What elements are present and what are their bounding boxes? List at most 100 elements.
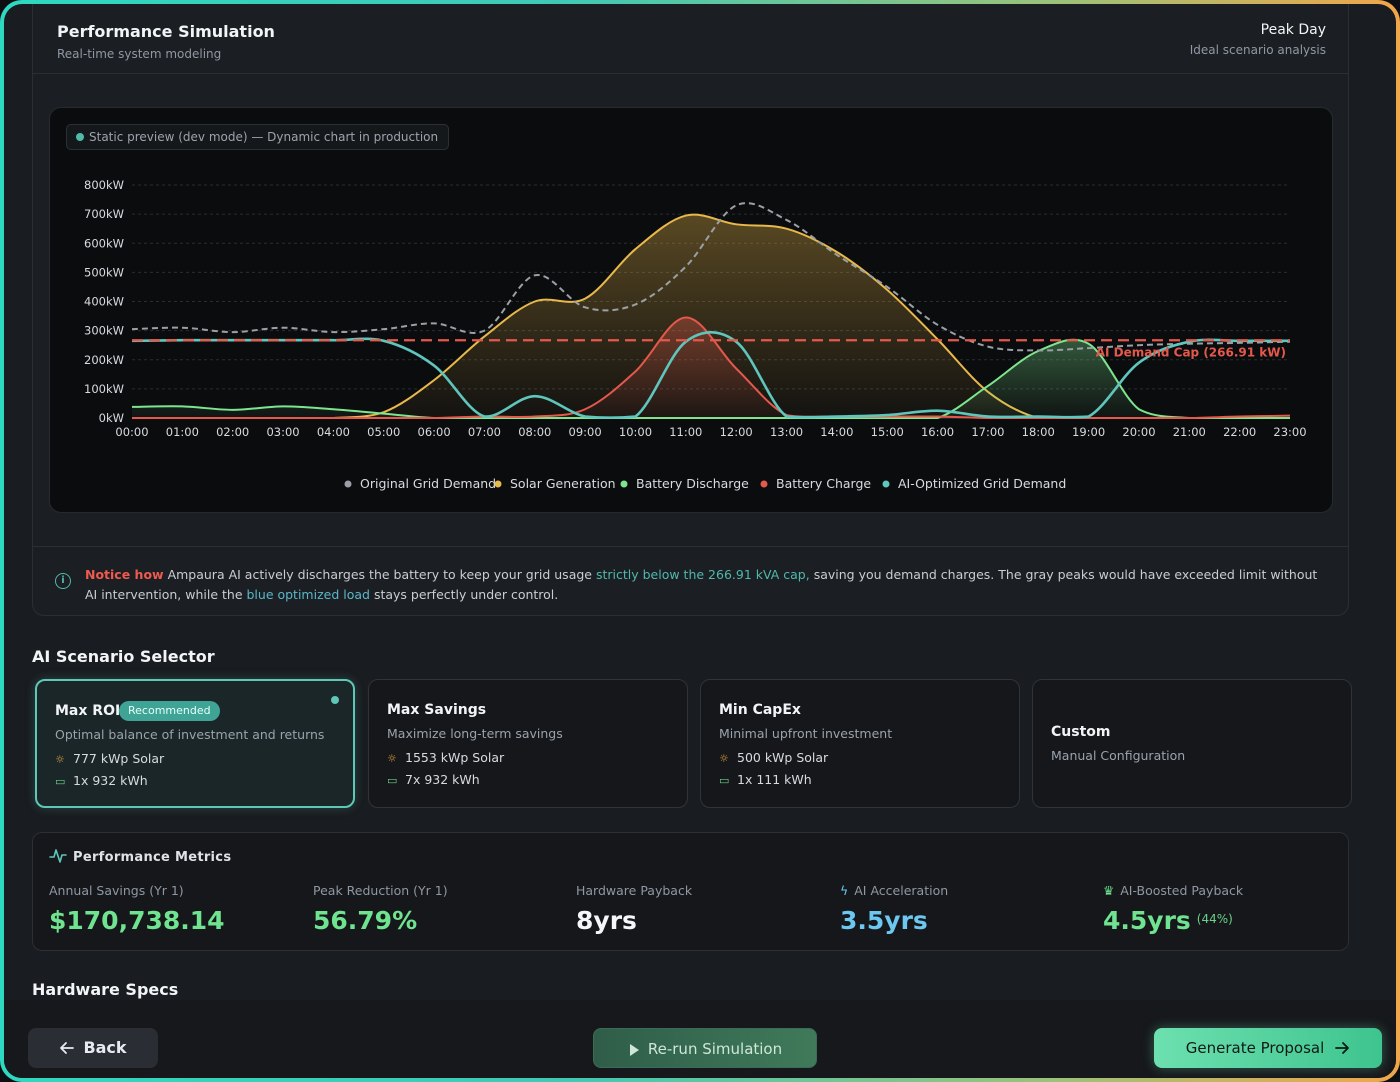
x-tick-label: 07:00 <box>468 425 501 439</box>
notice-part-1: Ampaura AI actively discharges the batte… <box>163 567 596 582</box>
battery-icon: ▭ <box>719 774 730 787</box>
x-tick-label: 00:00 <box>115 425 148 439</box>
scenario-solar: ☼ 777 kWp Solar <box>55 751 164 766</box>
y-tick-label: 400kW <box>84 295 124 309</box>
scroll-area[interactable]: Performance Simulation Real-time system … <box>4 4 1396 1000</box>
metric-ai-acceleration: ϟ AI Acceleration 3.5yrs <box>840 883 948 935</box>
legend-swatch <box>344 480 352 488</box>
metric-label: Hardware Payback <box>576 883 693 898</box>
hardware-section-title: Hardware Specs <box>32 980 179 999</box>
metric-value-row: 4.5yrs (44%) <box>1103 906 1243 935</box>
scenario-solar-label: 1553 kWp Solar <box>405 750 505 765</box>
info-icon: i <box>55 573 71 589</box>
scenario-day-subtitle: Ideal scenario analysis <box>1189 43 1326 57</box>
scenario-battery: ▭ 7x 932 kWh <box>387 772 480 787</box>
legend-label: Battery Discharge <box>636 476 749 491</box>
x-tick-label: 17:00 <box>971 425 1004 439</box>
metric-label-row: ♛ AI-Boosted Payback <box>1103 883 1243 898</box>
metric-annual-savings: Annual Savings (Yr 1) $170,738.14 <box>49 883 225 935</box>
play-icon <box>629 1044 639 1056</box>
simulation-header: Performance Simulation Real-time system … <box>33 4 1348 74</box>
legend-label: AI-Optimized Grid Demand <box>898 476 1066 491</box>
scenario-card-min-capex[interactable]: Min CapEx Minimal upfront investment ☼ 50… <box>700 679 1020 808</box>
scenario-description: Minimal upfront investment <box>719 726 893 741</box>
y-tick-label: 600kW <box>84 236 124 250</box>
y-tick-label: 200kW <box>84 353 124 367</box>
x-tick-label: 04:00 <box>317 425 350 439</box>
footer-bar: Back Re-run Simulation Generate Proposal <box>4 1000 1396 1078</box>
selected-indicator <box>331 696 339 704</box>
scenario-description: Maximize long-term savings <box>387 726 563 741</box>
notice-lead: Notice how <box>85 567 164 582</box>
x-tick-label: 12:00 <box>720 425 753 439</box>
metric-label: AI-Boosted Payback <box>1120 883 1244 898</box>
y-tick-label: 300kW <box>84 324 124 338</box>
metric-value: $170,738.14 <box>49 906 225 935</box>
arrow-left-icon <box>60 1042 75 1054</box>
scenario-section-title: AI Scenario Selector <box>32 647 215 666</box>
scenario-solar: ☼ 1553 kWp Solar <box>387 750 504 765</box>
x-tick-label: 19:00 <box>1072 425 1105 439</box>
scenario-battery-label: 1x 932 kWh <box>73 773 148 788</box>
scenario-card-max-roi[interactable]: Max ROI Recommended Optimal balance of i… <box>35 679 355 808</box>
recommended-badge: Recommended <box>119 701 220 721</box>
back-button[interactable]: Back <box>28 1028 158 1068</box>
metric-value: 56.79% <box>313 906 418 935</box>
legend-label: Original Grid Demand <box>360 476 496 491</box>
scenario-solar-label: 777 kWp Solar <box>73 751 165 766</box>
x-tick-label: 16:00 <box>921 425 954 439</box>
generate-proposal-button[interactable]: Generate Proposal <box>1154 1028 1382 1068</box>
scenario-solar-label: 500 kWp Solar <box>737 750 829 765</box>
scenario-description: Manual Configuration <box>1051 748 1186 763</box>
scenario-description: Optimal balance of investment and return… <box>55 727 325 742</box>
scenario-card-max-savings[interactable]: Max Savings Maximize long-term savings ☼… <box>368 679 688 808</box>
legend-swatch <box>882 480 890 488</box>
metrics-title: Performance Metrics <box>73 850 232 865</box>
activity-icon <box>49 849 67 863</box>
scenario-day-title: Peak Day <box>1260 22 1326 38</box>
x-tick-label: 20:00 <box>1122 425 1155 439</box>
crown-icon: ♛ <box>1103 883 1115 898</box>
scenario-solar: ☼ 500 kWp Solar <box>719 750 828 765</box>
battery-icon: ▭ <box>387 774 398 787</box>
x-tick-label: 14:00 <box>820 425 853 439</box>
y-tick-label: 500kW <box>84 265 124 279</box>
x-tick-label: 09:00 <box>569 425 602 439</box>
x-tick-label: 08:00 <box>518 425 551 439</box>
legend-label: Battery Charge <box>776 476 871 491</box>
x-tick-label: 11:00 <box>669 425 702 439</box>
metric-label: Peak Reduction (Yr 1) <box>313 883 448 898</box>
legend-swatch <box>494 480 502 488</box>
scenario-battery: ▭ 1x 932 kWh <box>55 773 148 788</box>
scenario-name: Min CapEx <box>719 702 801 718</box>
x-tick-label: 22:00 <box>1223 425 1256 439</box>
scenario-name: Max Savings <box>387 702 487 718</box>
scenario-card-custom[interactable]: Custom Manual Configuration <box>1032 679 1352 808</box>
arrow-right-icon <box>1335 1042 1350 1054</box>
metric-percent: (44%) <box>1196 912 1233 926</box>
x-tick-label: 21:00 <box>1173 425 1206 439</box>
app-window: Performance Simulation Real-time system … <box>4 4 1396 1078</box>
x-tick-label: 15:00 <box>871 425 904 439</box>
battery-icon: ▭ <box>55 775 66 788</box>
metric-label: Annual Savings (Yr 1) <box>49 883 184 898</box>
x-tick-label: 03:00 <box>266 425 299 439</box>
notice-highlight-load: blue optimized load <box>246 586 370 602</box>
sun-icon: ☼ <box>55 753 65 766</box>
metric-value: 8yrs <box>576 906 637 935</box>
demand-cap-label: AI Demand Cap (266.91 kW) <box>1096 345 1286 359</box>
performance-metrics-panel: Performance Metrics Annual Savings (Yr 1… <box>32 832 1349 951</box>
legend-swatch <box>620 480 628 488</box>
legend-swatch <box>760 480 768 488</box>
generate-label: Generate Proposal <box>1185 1039 1325 1057</box>
rerun-simulation-button[interactable]: Re-run Simulation <box>593 1028 817 1068</box>
legend-label: Solar Generation <box>510 476 616 491</box>
x-tick-label: 13:00 <box>770 425 803 439</box>
x-tick-label: 02:00 <box>216 425 249 439</box>
lightning-icon: ϟ <box>840 883 849 898</box>
y-tick-label: 700kW <box>84 207 124 221</box>
metric-value: 4.5yrs <box>1103 906 1191 935</box>
metric-hardware-payback: Hardware Payback 8yrs <box>576 883 692 935</box>
metric-value: 3.5yrs <box>840 906 928 935</box>
metric-label-row: ϟ AI Acceleration <box>840 883 948 898</box>
